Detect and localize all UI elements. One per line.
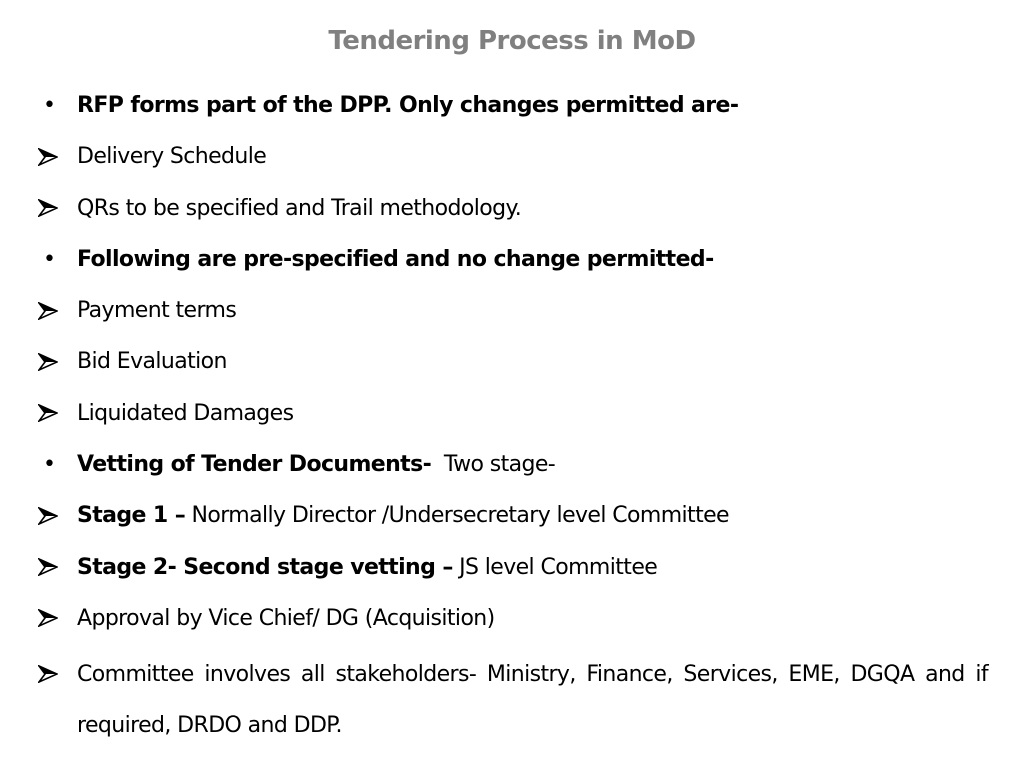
- bullet-icon: •: [43, 93, 56, 118]
- list-item-bold-text: Stage 1 –: [77, 503, 186, 529]
- bullet-icon: •: [43, 452, 56, 478]
- list-item-bold-text: Stage 2- Second stage vetting –: [77, 554, 453, 580]
- list-item-bold-text: Following are pre-specified and no chang…: [77, 246, 714, 272]
- list-item-normal-text: Normally Director /Undersecretary level …: [185, 503, 730, 529]
- list-item: Bid Evaluation: [38, 341, 988, 392]
- list-item-text: Bid Evaluation: [77, 341, 988, 383]
- arrow-icon: [38, 290, 68, 332]
- list-item-normal-text: Payment terms: [77, 298, 237, 324]
- list-item-text: Following are pre-specified and no chang…: [77, 239, 988, 281]
- list-item-normal-text: Bid Evaluation: [77, 349, 227, 375]
- list-item: Committee involves all stakeholders- Min…: [38, 649, 989, 751]
- arrow-icon: [38, 341, 68, 383]
- list-item-text: Delivery Schedule: [77, 136, 988, 178]
- bullet-list: • RFP forms part of the DPP. Only changes…: [38, 85, 989, 751]
- list-item: • RFP forms part of the DPP. Only changes…: [38, 85, 988, 136]
- arrow-icon: [38, 649, 68, 700]
- arrow-icon: [38, 393, 68, 435]
- list-item: Payment terms: [38, 290, 988, 341]
- arrow-icon: [38, 547, 68, 589]
- list-item: Liquidated Damages: [38, 393, 988, 444]
- list-item: Delivery Schedule: [38, 136, 988, 187]
- bullet-icon: •: [43, 246, 56, 272]
- list-item-normal-text: Delivery Schedule: [77, 144, 267, 170]
- list-item: • Vetting of Tender Documents- Two stage-: [38, 444, 988, 495]
- list-item-bold-text: RFP forms part of the DPP. Only changes …: [77, 93, 739, 118]
- arrow-icon: [38, 495, 68, 537]
- list-item: QRs to be specified and Trail methodolog…: [38, 188, 988, 239]
- slide-title: Tendering Process in MoD: [328, 26, 696, 56]
- list-item-text: Payment terms: [77, 290, 988, 332]
- list-item: Stage 2- Second stage vetting – JS level…: [38, 547, 988, 598]
- list-item-normal-text: JS level Committee: [452, 554, 658, 580]
- list-item-text: Stage 1 – Normally Director /Undersecret…: [77, 495, 988, 537]
- list-item-text: Vetting of Tender Documents- Two stage-: [77, 444, 988, 486]
- list-item-text: Liquidated Damages: [77, 393, 988, 435]
- list-item-normal-text: Committee involves all stakeholders- Min…: [77, 662, 989, 739]
- list-item-text: Committee involves all stakeholders- Min…: [77, 649, 989, 751]
- arrow-icon: [38, 136, 68, 178]
- list-item-normal-text: Two stage-: [431, 452, 556, 478]
- list-item: • Following are pre-specified and no chan…: [38, 239, 988, 290]
- list-item-text: QRs to be specified and Trail methodolog…: [77, 188, 988, 230]
- list-item-normal-text: Liquidated Damages: [77, 400, 294, 426]
- list-item-text: RFP forms part of the DPP. Only changes …: [77, 85, 988, 127]
- arrow-icon: [38, 598, 68, 640]
- list-item-bold-text: Vetting of Tender Documents-: [77, 452, 432, 478]
- list-item-text: Stage 2- Second stage vetting – JS level…: [77, 547, 988, 589]
- list-item-text: Approval by Vice Chief/ DG (Acquisition): [77, 598, 988, 640]
- list-item-normal-text: QRs to be specified and Trail methodolog…: [77, 195, 522, 221]
- arrow-icon: [38, 188, 68, 230]
- list-item-normal-text: Approval by Vice Chief/ DG (Acquisition): [77, 605, 495, 631]
- list-item: Approval by Vice Chief/ DG (Acquisition): [38, 598, 988, 649]
- list-item: Stage 1 – Normally Director /Undersecret…: [38, 495, 988, 546]
